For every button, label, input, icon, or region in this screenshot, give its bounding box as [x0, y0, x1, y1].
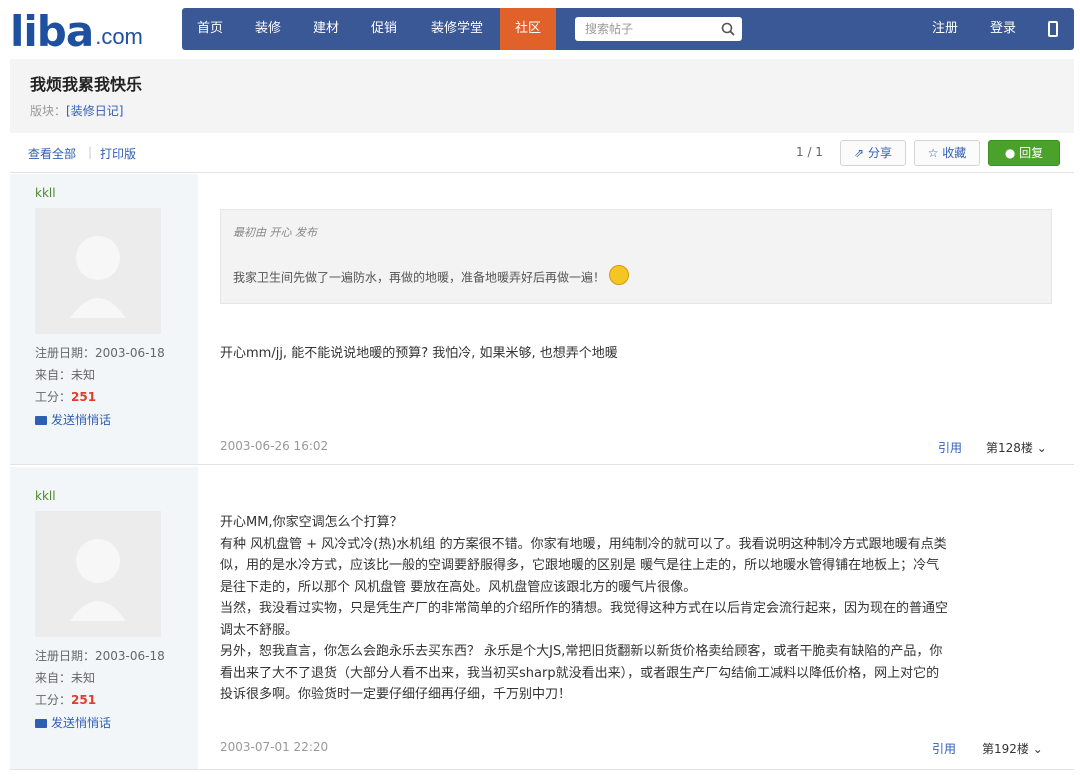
search-icon[interactable]: [720, 21, 736, 37]
send-message-link[interactable]: 发送悄悄话: [35, 714, 111, 731]
nav-decoration[interactable]: 装修: [240, 8, 296, 50]
print-link[interactable]: 打印版: [100, 145, 136, 162]
reply-label: 回复: [1019, 146, 1044, 160]
post: kkll 注册日期：2003-06-18 来自：未知 工分：251 发送悄悄话 …: [10, 467, 1074, 770]
send-message-link[interactable]: 发送悄悄话: [35, 411, 111, 428]
reply-button[interactable]: ● 回复: [988, 140, 1060, 166]
quote-author: 最初由 开心 发布: [233, 226, 317, 239]
search-box[interactable]: 搜索帖子: [575, 17, 742, 41]
register-date: 注册日期：2003-06-18: [35, 346, 165, 360]
author-panel: kkll 注册日期：2003-06-18 来自：未知 工分：251 发送悄悄话: [10, 467, 198, 769]
page-indicator: 1 / 1: [796, 145, 823, 159]
envelope-icon: [35, 416, 47, 425]
share-icon: ⇗: [854, 146, 865, 160]
site-logo[interactable]: liba .com: [10, 7, 143, 56]
post-body: 开心mm/jj, 能不能说说地暖的预算? 我怕冷, 如果米够, 也想弄个地暖: [220, 346, 618, 361]
page-title: 我烦我累我快乐: [30, 75, 143, 94]
quote-text: 我家卫生间先做了一遍防水，再做的地暖，准备地暖弄好后再做一遍！: [233, 265, 630, 288]
chevron-down-icon: ⌄: [1032, 742, 1043, 756]
post-date: 2003-06-26 16:02: [220, 439, 329, 453]
search-input[interactable]: 搜索帖子: [585, 17, 633, 41]
author-name[interactable]: kkll: [35, 489, 56, 503]
favorite-label: 收藏: [942, 146, 967, 160]
toolbar-divider: |: [88, 145, 93, 159]
logo-text: liba: [10, 7, 94, 56]
avatar[interactable]: [35, 208, 161, 334]
author-points: 工分：251: [35, 390, 97, 404]
section-link[interactable]: [装修日记]: [66, 104, 123, 118]
share-button[interactable]: ⇗ 分享: [840, 140, 906, 166]
register-date: 注册日期：2003-06-18: [35, 649, 165, 663]
author-name[interactable]: kkll: [35, 186, 56, 200]
mobile-icon[interactable]: [1048, 21, 1058, 37]
post-body: 开心MM,你家空调怎么个打算？ 有种 风机盘管 + 风冷式冷(热)水机组 的方案…: [220, 515, 949, 702]
grin-emoji-icon: [609, 265, 630, 285]
quote-link[interactable]: 引用: [938, 439, 962, 456]
register-link[interactable]: 注册: [920, 8, 970, 50]
nav-school[interactable]: 装修学堂: [416, 8, 498, 50]
logo-domain: .com: [95, 24, 143, 49]
avatar[interactable]: [35, 511, 161, 637]
site-header: liba .com 首页 装修 建材 促销 装修学堂 社区 搜索帖子 注册 登录: [0, 0, 1080, 60]
thread-toolbar: 查看全部 | 打印版 1 / 1 ⇗ 分享 ☆ 收藏 ● 回复: [10, 133, 1074, 173]
author-location: 来自：未知: [35, 671, 96, 685]
envelope-icon: [35, 719, 47, 728]
floor-number[interactable]: 第128楼 ⌄: [986, 439, 1047, 456]
author-panel: kkll 注册日期：2003-06-18 来自：未知 工分：251 发送悄悄话: [10, 174, 198, 464]
share-label: 分享: [867, 146, 892, 160]
star-icon: ☆: [927, 146, 939, 160]
post: kkll 注册日期：2003-06-18 来自：未知 工分：251 发送悄悄话 …: [10, 174, 1074, 465]
favorite-button[interactable]: ☆ 收藏: [914, 140, 980, 166]
nav-home[interactable]: 首页: [182, 8, 238, 50]
main-nav: 首页 装修 建材 促销 装修学堂 社区 搜索帖子 注册 登录: [182, 8, 1074, 50]
default-avatar-icon: [70, 539, 126, 621]
view-all-link[interactable]: 查看全部: [28, 145, 76, 162]
floor-number[interactable]: 第192楼 ⌄: [982, 740, 1043, 757]
nav-promotions[interactable]: 促销: [356, 8, 412, 50]
quote-box: 最初由 开心 发布 我家卫生间先做了一遍防水，再做的地暖，准备地暖弄好后再做一遍…: [220, 209, 1052, 304]
author-location: 来自：未知: [35, 368, 96, 382]
section-line: 版块：[装修日记]: [30, 102, 123, 119]
default-avatar-icon: [70, 236, 126, 318]
author-points: 工分：251: [35, 693, 97, 707]
nav-community[interactable]: 社区: [500, 8, 556, 50]
section-label: 版块：: [30, 104, 67, 118]
quote-link[interactable]: 引用: [932, 740, 956, 757]
thread-header: 我烦我累我快乐 版块：[装修日记]: [10, 59, 1074, 133]
chevron-down-icon: ⌄: [1036, 441, 1047, 455]
post-date: 2003-07-01 22:20: [220, 740, 329, 754]
login-link[interactable]: 登录: [978, 8, 1028, 50]
nav-materials[interactable]: 建材: [298, 8, 354, 50]
speech-bubble-icon: ●: [1004, 146, 1016, 160]
